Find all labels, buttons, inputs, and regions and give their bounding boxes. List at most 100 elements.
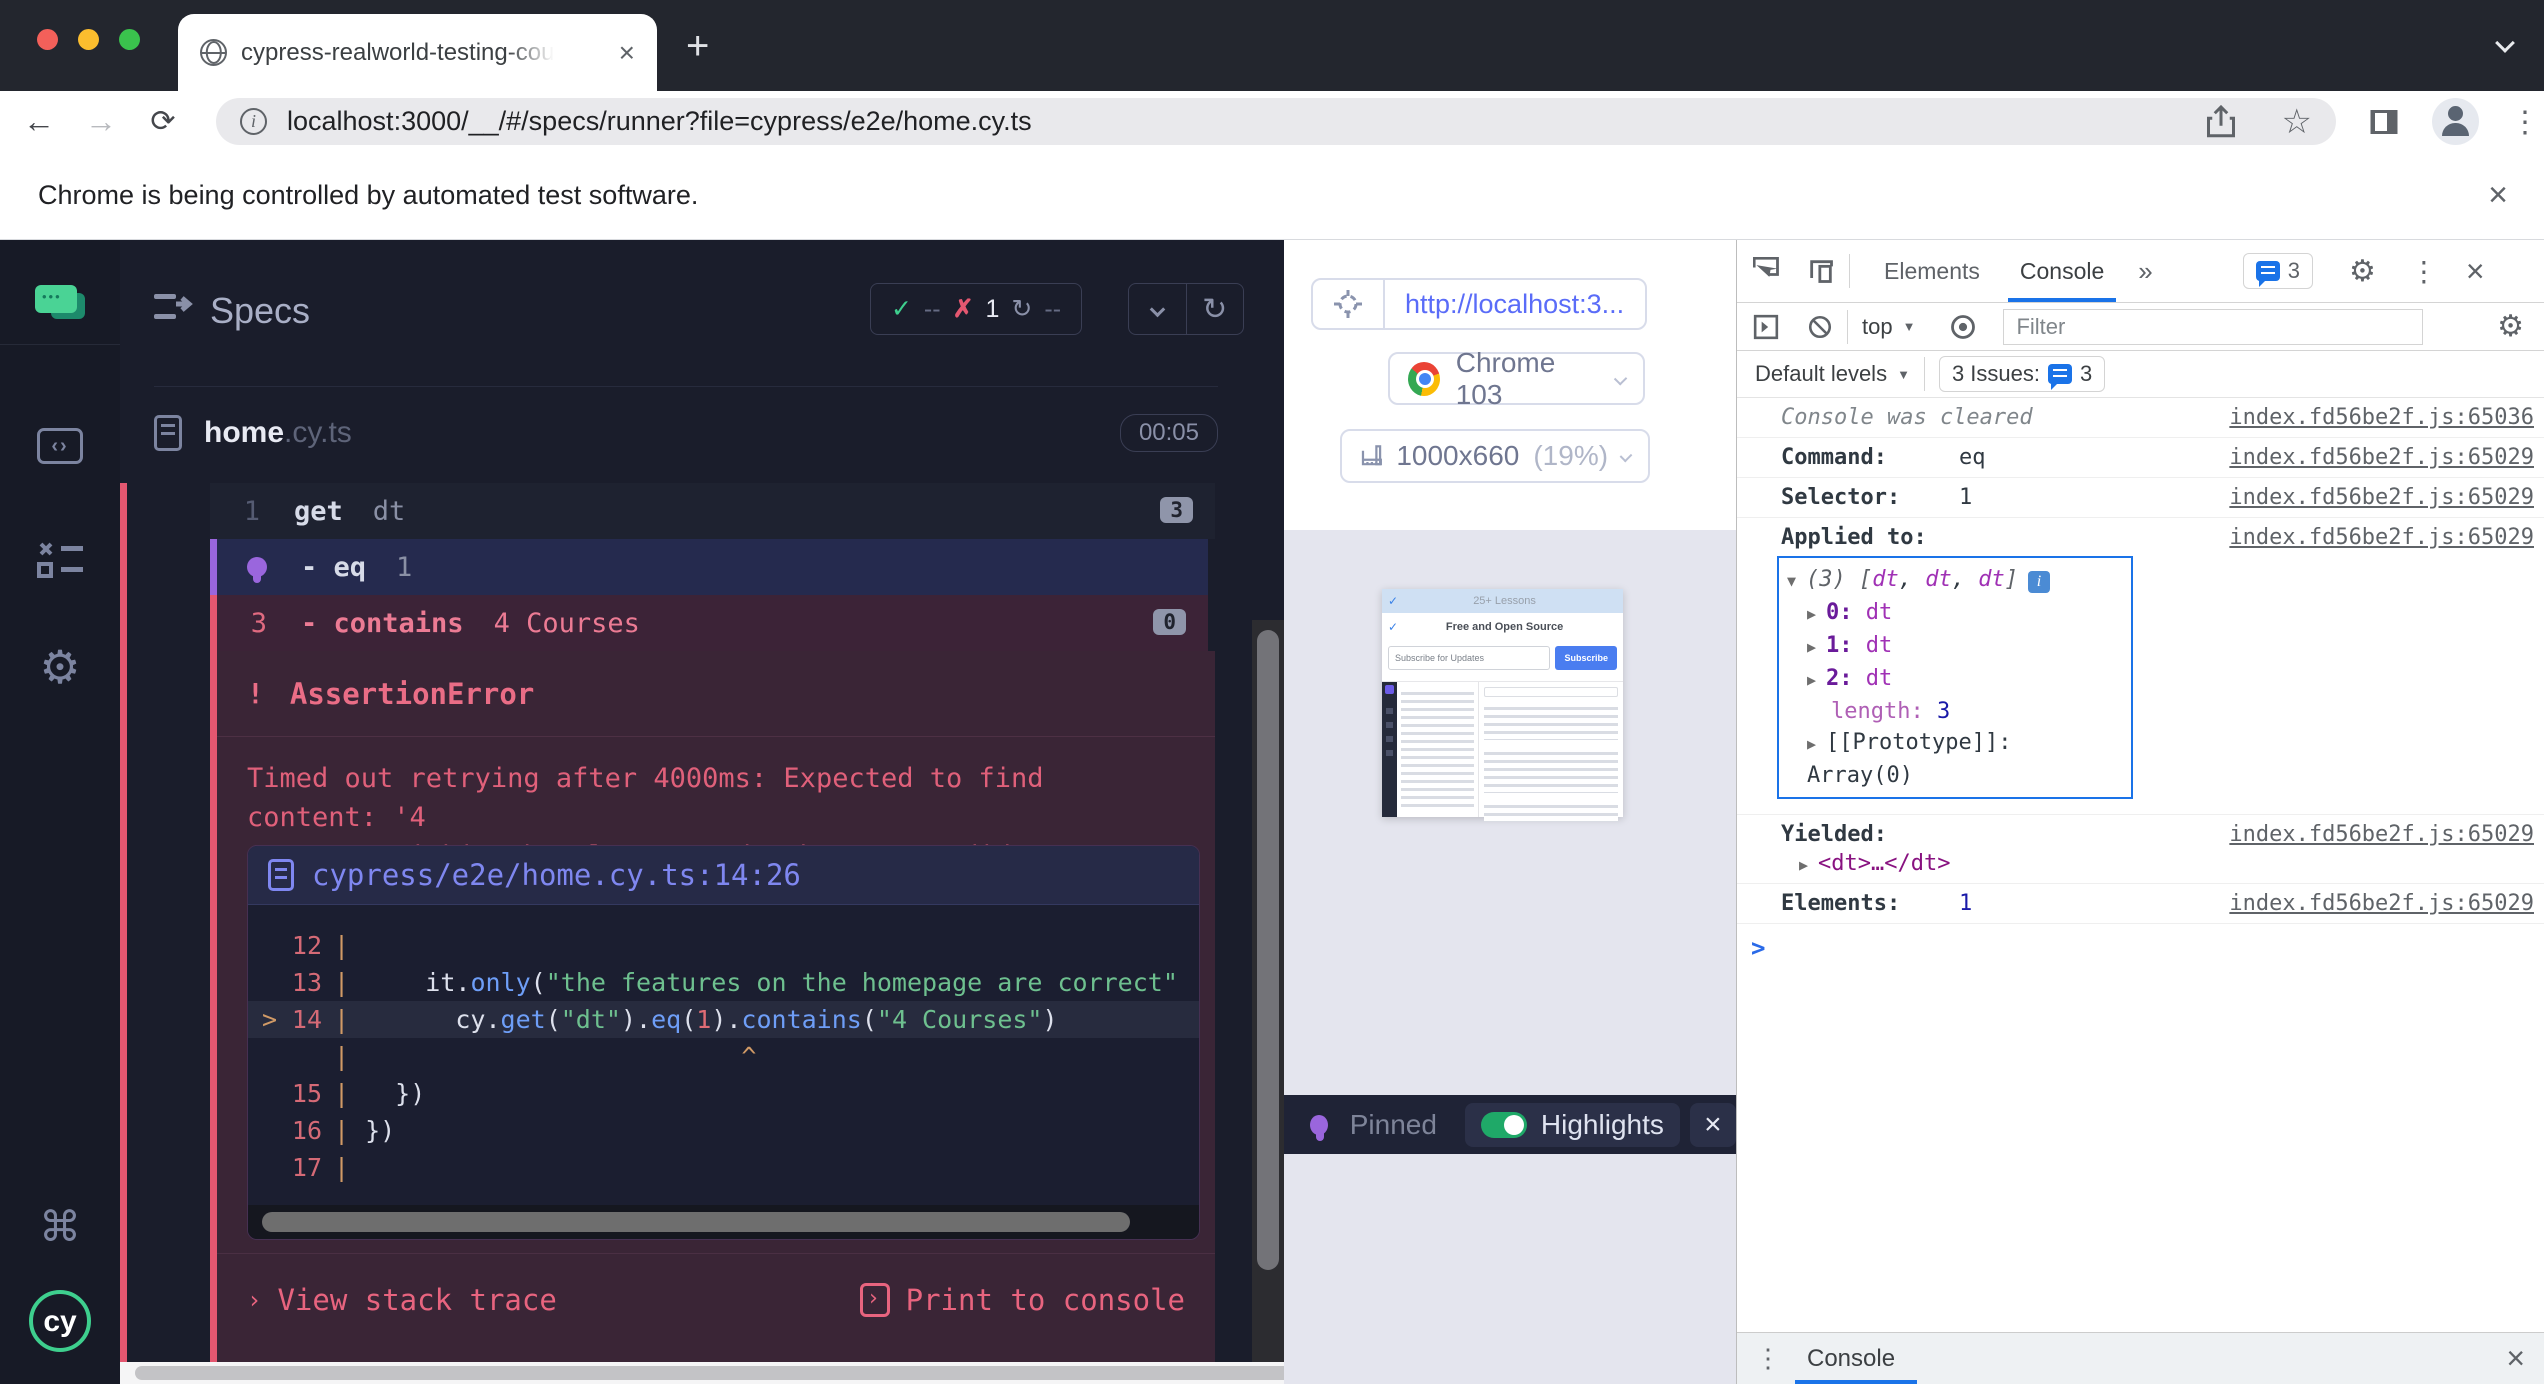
array-prototype[interactable]: ▶ [[Prototype]]: Array(0) xyxy=(1787,727,2123,791)
highlights-toggle[interactable] xyxy=(1480,1111,1527,1138)
live-expression-eye-icon[interactable] xyxy=(1949,313,1977,341)
print-to-console-button[interactable]: Print to console xyxy=(859,1283,1185,1317)
console-filter-input[interactable] xyxy=(2003,308,2424,345)
omnibox[interactable]: i localhost:3000/__/#/specs/runner?file=… xyxy=(216,98,2336,145)
browser-select[interactable]: Chrome 103 xyxy=(1388,347,1645,410)
code-line: 15 | }) xyxy=(291,1079,426,1108)
array-item[interactable]: ▶ 2: dt xyxy=(1787,663,2123,696)
command-row-eq[interactable]: - eq 1 xyxy=(210,539,1208,595)
forward-button[interactable]: → xyxy=(70,103,132,140)
tab-close-icon[interactable]: × xyxy=(619,37,635,69)
spec-duration-badge: 00:05 xyxy=(1119,414,1218,452)
source-link[interactable]: index.fd56be2f.js:65029 xyxy=(2229,822,2534,847)
expand-arrow-icon[interactable]: ▼ xyxy=(1787,572,1796,590)
error-title[interactable]: AssertionError xyxy=(290,677,534,711)
check-icon: ✓ xyxy=(1388,594,1399,608)
traffic-light-minimize[interactable] xyxy=(78,29,99,50)
source-link[interactable]: index.fd56be2f.js:65029 xyxy=(2229,445,2534,470)
log-levels-selector[interactable]: Default levels xyxy=(1755,361,1887,387)
expand-arrow-icon[interactable]: ▶ xyxy=(1807,605,1816,623)
pending-icon: ↻ xyxy=(1011,295,1033,323)
source-link[interactable]: index.fd56be2f.js:65029 xyxy=(2229,525,2534,550)
command-row-get[interactable]: 1 get dt 3 xyxy=(210,483,1215,539)
traffic-light-zoom[interactable] xyxy=(119,29,140,50)
drawer-close-icon[interactable]: × xyxy=(2506,1340,2525,1377)
array-preview[interactable]: ▼ (3) [dt, dt, dt] i xyxy=(1787,564,2123,597)
cypress-sidebar: ••• ‹› ⚙ ⌘ cy xyxy=(0,240,120,1384)
browsers-icon[interactable]: ••• xyxy=(0,285,120,319)
code-lines: 12 | 13 | it.only("the features on the hom… xyxy=(248,905,1199,1186)
aut-url[interactable]: http://localhost:3... xyxy=(1405,289,1624,320)
expand-arrow-icon[interactable]: ▶ xyxy=(1807,671,1816,689)
code-frame-header: cypress/e2e/home.cy.ts:14:26 xyxy=(248,846,1199,905)
expand-arrow-icon[interactable]: ▶ xyxy=(1807,638,1816,656)
unpin-button[interactable]: × xyxy=(1689,1102,1736,1147)
specs-list-icon[interactable] xyxy=(154,290,194,324)
issues-button[interactable]: 3 Issues: 3 xyxy=(1938,356,2106,392)
avatar[interactable] xyxy=(2432,98,2479,145)
command-row-contains[interactable]: 3 - contains 4 Courses 0 xyxy=(210,595,1208,651)
console-settings-icon[interactable]: ⚙ xyxy=(2497,309,2524,344)
context-selector[interactable]: top xyxy=(1862,314,1893,340)
command-name: - contains xyxy=(301,607,464,639)
reporter-scrollbar[interactable] xyxy=(1252,620,1284,1362)
highlights-toggle-group[interactable]: Highlights xyxy=(1464,1102,1680,1147)
array-item[interactable]: ▶ 1: dt xyxy=(1787,630,2123,663)
spec-file-row[interactable]: home .cy.ts 00:05 xyxy=(154,402,1218,464)
drawer-tab-console[interactable]: Console xyxy=(1807,1345,1895,1373)
source-link[interactable]: index.fd56be2f.js:65036 xyxy=(2229,405,2534,430)
rerun-button[interactable]: ↻ xyxy=(1187,284,1244,334)
side-panel-icon[interactable] xyxy=(2366,104,2402,140)
specs-nav-icon[interactable]: ‹› xyxy=(0,428,120,464)
cypress-logo[interactable]: cy xyxy=(0,1290,120,1352)
infobar-close-icon[interactable]: × xyxy=(2488,176,2508,215)
console-sidebar-icon[interactable] xyxy=(1753,314,1779,340)
crosshair-icon xyxy=(1334,290,1362,318)
viewport-select[interactable]: 1000x660 (19%) xyxy=(1340,429,1650,483)
share-icon[interactable] xyxy=(2206,104,2236,139)
pin-icon xyxy=(1310,1114,1328,1141)
code-file-link[interactable]: cypress/e2e/home.cy.ts:14:26 xyxy=(312,858,801,892)
selector-playground-button[interactable] xyxy=(1313,280,1385,328)
bookmark-star-icon[interactable]: ☆ xyxy=(2282,102,2312,142)
traffic-light-close[interactable] xyxy=(37,29,58,50)
thumb-subscribe-input: Subscribe for Updates xyxy=(1388,646,1551,670)
pinned-label: Pinned xyxy=(1349,1108,1437,1140)
chrome-menu-icon[interactable]: ⋮ xyxy=(2510,105,2540,140)
settings-gear-icon[interactable]: ⚙ xyxy=(0,640,120,694)
console-prompt[interactable]: > xyxy=(1737,924,2544,962)
back-button[interactable]: ← xyxy=(8,103,70,140)
site-info-icon[interactable]: i xyxy=(240,108,267,135)
browser-tab[interactable]: cypress-realworld-testing-cou × xyxy=(178,14,657,91)
command-number: 3 xyxy=(250,607,267,639)
expand-arrow-icon[interactable]: ▶ xyxy=(1799,856,1808,874)
array-item[interactable]: ▶ 0: dt xyxy=(1787,597,2123,630)
drawer-menu-icon[interactable]: ⋮ xyxy=(1755,1343,1781,1374)
new-tab-button[interactable]: + xyxy=(686,24,709,69)
devtools-settings-icon[interactable]: ⚙ xyxy=(2349,254,2376,289)
source-link[interactable]: index.fd56be2f.js:65029 xyxy=(2229,485,2534,510)
runs-nav-icon[interactable] xyxy=(0,538,120,578)
keyboard-shortcuts-icon[interactable]: ⌘ xyxy=(0,1202,120,1251)
url-text[interactable]: localhost:3000/__/#/specs/runner?file=cy… xyxy=(287,106,2206,137)
device-toolbar-icon[interactable] xyxy=(1807,257,1835,285)
header-divider xyxy=(154,386,1218,387)
expand-arrow-icon[interactable]: ▶ xyxy=(1807,735,1816,753)
console-row-elements: Elements: 1 index.fd56be2f.js:65029 xyxy=(1737,884,2544,924)
tab-elements[interactable]: Elements xyxy=(1864,240,2000,302)
yielded-element[interactable]: ▶ <dt>…</dt> xyxy=(1781,851,2534,876)
inspect-element-icon[interactable] xyxy=(1753,257,1781,285)
collapse-all-button[interactable] xyxy=(1129,284,1187,334)
console-messages-badge[interactable]: 3 xyxy=(2242,253,2313,289)
view-stack-trace-button[interactable]: › View stack trace xyxy=(247,1283,557,1317)
more-tabs-icon[interactable]: » xyxy=(2138,256,2152,287)
reload-button[interactable]: ⟳ xyxy=(132,104,194,139)
tab-console[interactable]: Console xyxy=(2000,240,2124,302)
source-link[interactable]: index.fd56be2f.js:65029 xyxy=(2229,891,2534,916)
devtools-close-icon[interactable]: × xyxy=(2466,253,2485,290)
code-caret-line: | ^ xyxy=(334,1042,757,1071)
tab-search-chevron-icon[interactable] xyxy=(2495,33,2515,53)
clear-console-icon[interactable] xyxy=(1807,314,1833,340)
devtools-menu-icon[interactable]: ⋮ xyxy=(2410,255,2438,288)
code-scrollbar[interactable] xyxy=(248,1205,1199,1239)
